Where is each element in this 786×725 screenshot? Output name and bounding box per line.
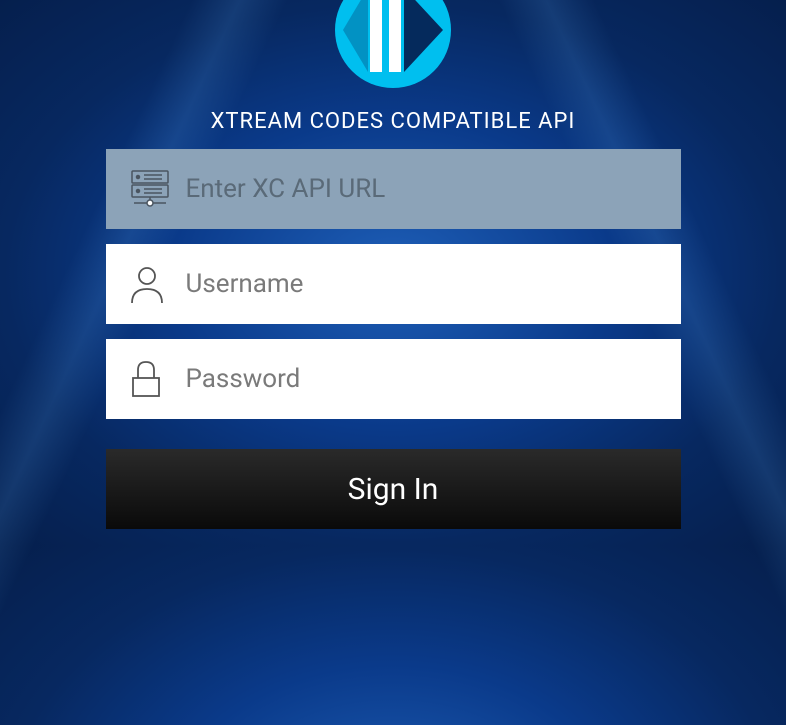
url-field-row — [106, 149, 681, 229]
url-input[interactable] — [186, 174, 661, 204]
login-form: Sign In — [106, 149, 681, 529]
user-icon — [126, 263, 186, 305]
username-field-row — [106, 244, 681, 324]
signin-button[interactable]: Sign In — [106, 449, 681, 529]
password-input[interactable] — [186, 364, 661, 394]
app-logo — [333, 0, 453, 94]
page-title: XTREAM CODES COMPATIBLE API — [211, 109, 576, 134]
password-field-row — [106, 339, 681, 419]
server-icon — [126, 165, 186, 213]
username-input[interactable] — [186, 269, 661, 299]
lock-icon — [126, 358, 186, 400]
